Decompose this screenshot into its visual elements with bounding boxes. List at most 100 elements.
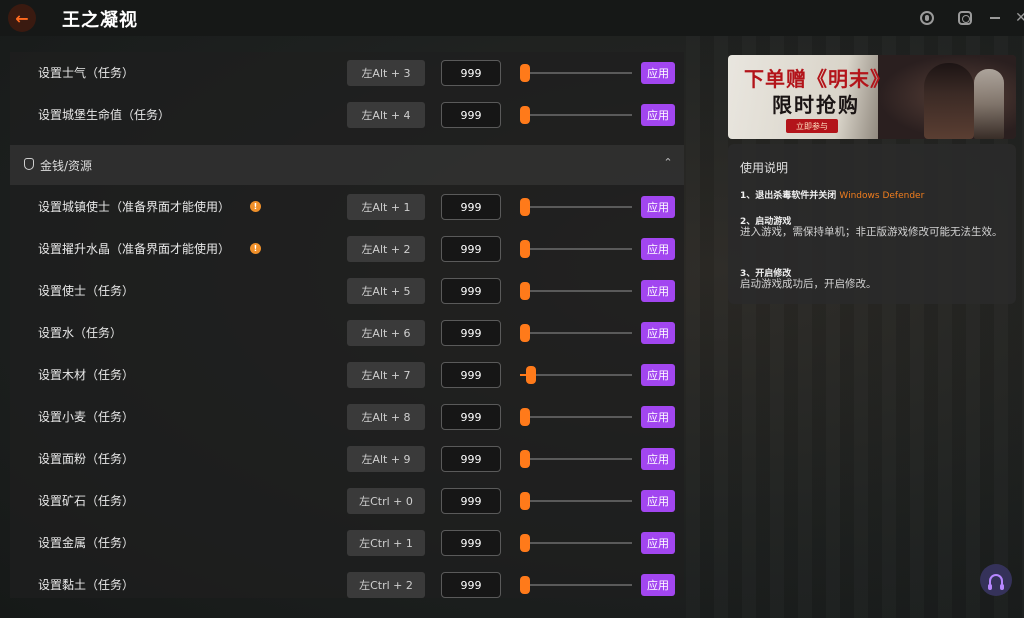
hotkey-badge[interactable]: 左Alt + 3 <box>347 60 425 86</box>
value-slider[interactable] <box>520 584 632 586</box>
slider-thumb[interactable] <box>520 198 530 216</box>
info-icon[interactable]: ! <box>250 201 261 212</box>
hotkey-badge[interactable]: 左Alt + 7 <box>347 362 425 388</box>
value-input[interactable]: 999 <box>441 530 501 556</box>
cheat-row: 设置城堡生命值（任务） 左Alt + 4 999 应用 <box>10 94 684 136</box>
section-header-money-resources[interactable]: 金钱/资源 ⌃ <box>10 145 684 185</box>
banner-headline: 下单赠《明末》 <box>744 67 891 91</box>
cheat-row: 设置使士（任务） 左Alt + 5 999 应用 <box>10 270 684 312</box>
apply-button[interactable]: 应用 <box>641 532 675 554</box>
apply-button[interactable]: 应用 <box>641 448 675 470</box>
apply-button[interactable]: 应用 <box>641 280 675 302</box>
apply-button[interactable]: 应用 <box>641 574 675 596</box>
cheat-row: 设置擢升水晶（准备界面才能使用） ! 左Alt + 2 999 应用 <box>10 228 684 270</box>
slider-thumb[interactable] <box>520 534 530 552</box>
value-slider[interactable] <box>520 500 632 502</box>
hotkey-badge[interactable]: 左Alt + 9 <box>347 446 425 472</box>
instruction-step-3-body: 启动游戏成功后，开启修改。 <box>740 278 877 290</box>
value-input[interactable]: 999 <box>441 236 501 262</box>
slider-thumb[interactable] <box>520 576 530 594</box>
app-title: 王之凝视 <box>62 10 138 31</box>
hotkey-badge[interactable]: 左Alt + 5 <box>347 278 425 304</box>
user-icon[interactable] <box>918 9 936 27</box>
slider-thumb[interactable] <box>520 240 530 258</box>
value-input[interactable]: 999 <box>441 488 501 514</box>
chevron-up-icon[interactable]: ⌃ <box>662 156 674 169</box>
close-icon[interactable]: ✕ <box>1012 9 1024 27</box>
headset-icon <box>988 574 1004 590</box>
minimize-icon[interactable] <box>986 9 1004 27</box>
apply-button[interactable]: 应用 <box>641 196 675 218</box>
hotkey-badge[interactable]: 左Alt + 1 <box>347 194 425 220</box>
apply-button[interactable]: 应用 <box>641 238 675 260</box>
value-slider[interactable] <box>520 416 632 418</box>
slider-thumb[interactable] <box>520 450 530 468</box>
money-bag-icon <box>24 158 34 170</box>
value-input[interactable]: 999 <box>441 320 501 346</box>
value-slider[interactable] <box>520 72 632 74</box>
apply-button[interactable]: 应用 <box>641 490 675 512</box>
apply-button[interactable]: 应用 <box>641 322 675 344</box>
back-button[interactable]: ← <box>8 4 36 32</box>
value-input[interactable]: 999 <box>441 194 501 220</box>
value-slider[interactable] <box>520 114 632 116</box>
value-slider[interactable] <box>520 290 632 292</box>
cheat-row: 设置水（任务） 左Alt + 6 999 应用 <box>10 312 684 354</box>
apply-button[interactable]: 应用 <box>641 62 675 84</box>
hotkey-badge[interactable]: 左Alt + 4 <box>347 102 425 128</box>
slider-thumb[interactable] <box>526 366 537 384</box>
instructions-card: 使用说明 1、退出杀毒软件并关闭 Windows Defender 2、启动游戏… <box>728 144 1016 304</box>
banner-cta-button[interactable]: 立即参与 <box>786 119 838 133</box>
banner-character <box>974 69 1004 139</box>
cheat-label: 设置城堡生命值（任务） <box>38 108 171 122</box>
instruction-step-2-body: 进入游戏，需保持单机；非正版游戏修改可能无法生效。 <box>740 226 1003 238</box>
hotkey-badge[interactable]: 左Ctrl + 2 <box>347 572 425 598</box>
cheat-label: 设置使士（任务） <box>38 284 135 298</box>
cheat-label: 设置擢升水晶（准备界面才能使用） <box>38 242 231 256</box>
apply-button[interactable]: 应用 <box>641 364 675 386</box>
value-slider[interactable] <box>520 374 632 376</box>
value-slider[interactable] <box>520 206 632 208</box>
value-slider[interactable] <box>520 248 632 250</box>
slider-thumb[interactable] <box>520 324 530 342</box>
slider-thumb[interactable] <box>520 106 530 124</box>
cheat-label: 设置矿石（任务） <box>38 494 135 508</box>
step-1-highlight: Windows Defender <box>839 191 925 201</box>
cheat-label: 设置城镇使士（准备界面才能使用） <box>38 200 231 214</box>
cheat-label: 设置水（任务） <box>38 326 123 340</box>
title-bar: ← 王之凝视 ✕ <box>0 0 1024 36</box>
cheat-row: 设置木材（任务） 左Alt + 7 999 应用 <box>10 354 684 396</box>
value-input[interactable]: 999 <box>441 446 501 472</box>
promo-banner[interactable]: 下单赠《明末》 限时抢购 立即参与 <box>728 55 1016 139</box>
cheat-row: 设置矿石（任务） 左Ctrl + 0 999 应用 <box>10 480 684 522</box>
customer-support-button[interactable] <box>980 564 1012 596</box>
instruction-step-1: 1、退出杀毒软件并关闭 Windows Defender <box>740 188 924 201</box>
cheat-row: 设置城镇使士（准备界面才能使用） ! 左Alt + 1 999 应用 <box>10 186 684 228</box>
hotkey-badge[interactable]: 左Alt + 8 <box>347 404 425 430</box>
apply-button[interactable]: 应用 <box>641 406 675 428</box>
slider-thumb[interactable] <box>520 408 530 426</box>
hotkey-badge[interactable]: 左Ctrl + 1 <box>347 530 425 556</box>
info-icon[interactable]: ! <box>250 243 261 254</box>
slider-thumb[interactable] <box>520 492 530 510</box>
value-slider[interactable] <box>520 458 632 460</box>
value-input[interactable]: 999 <box>441 278 501 304</box>
value-slider[interactable] <box>520 332 632 334</box>
value-input[interactable]: 999 <box>441 572 501 598</box>
slider-thumb[interactable] <box>520 282 530 300</box>
settings-icon[interactable] <box>956 9 974 27</box>
banner-subheadline: 限时抢购 <box>772 93 860 117</box>
slider-thumb[interactable] <box>520 64 530 82</box>
apply-button[interactable]: 应用 <box>641 104 675 126</box>
hotkey-badge[interactable]: 左Alt + 6 <box>347 320 425 346</box>
cheat-label: 设置士气（任务） <box>38 66 135 80</box>
value-input[interactable]: 999 <box>441 362 501 388</box>
hotkey-badge[interactable]: 左Alt + 2 <box>347 236 425 262</box>
value-input[interactable]: 999 <box>441 60 501 86</box>
value-input[interactable]: 999 <box>441 102 501 128</box>
cheat-row: 设置黏土（任务） 左Ctrl + 2 999 应用 <box>10 564 684 598</box>
value-slider[interactable] <box>520 542 632 544</box>
value-input[interactable]: 999 <box>441 404 501 430</box>
arrow-left-icon: ← <box>15 8 29 28</box>
hotkey-badge[interactable]: 左Ctrl + 0 <box>347 488 425 514</box>
